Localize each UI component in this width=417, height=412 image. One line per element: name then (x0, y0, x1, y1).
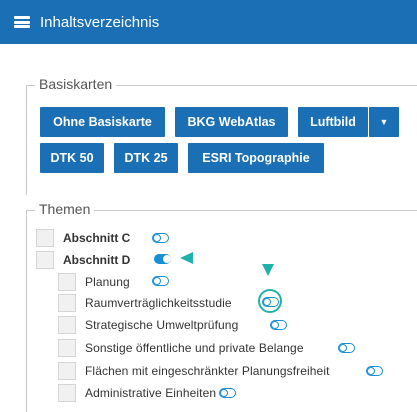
theme-row: Flächen mit eingeschränkter Planungsfrei… (58, 361, 330, 381)
basemap-dtk25-button[interactable]: DTK 25 (114, 143, 178, 173)
theme-label: Sonstige öffentliche und private Belange (85, 341, 304, 355)
visibility-toggle-icon[interactable] (152, 233, 169, 243)
highlight-arrow-icon (180, 252, 193, 264)
theme-label: Administrative Einheiten (85, 386, 217, 400)
theme-label: Abschnitt C (63, 231, 131, 245)
theme-checkbox[interactable] (58, 294, 76, 312)
caret-down-icon: ▼ (379, 117, 389, 127)
theme-label: Abschnitt D (63, 253, 131, 267)
basemap-bkg-webatlas-button[interactable]: BKG WebAtlas (175, 107, 288, 137)
visibility-toggle-icon[interactable] (270, 320, 287, 330)
visibility-toggle-icon[interactable] (366, 366, 383, 376)
theme-label: Planung (85, 275, 130, 289)
basemaps-legend: Basiskarten (35, 76, 117, 92)
highlight-arrow-icon (262, 264, 274, 276)
theme-row: Strategische Umweltprüfung (58, 315, 238, 335)
toc-header: Inhaltsverzeichnis (0, 0, 417, 44)
highlight-circle-icon (258, 289, 282, 313)
theme-row: Sonstige öffentliche und private Belange (58, 338, 304, 358)
basemap-none-button[interactable]: Ohne Basiskarte (40, 107, 165, 137)
theme-label: Strategische Umweltprüfung (85, 318, 239, 332)
theme-checkbox[interactable] (36, 229, 54, 247)
basemap-luftbild-button[interactable]: Luftbild (298, 107, 368, 137)
themes-legend: Themen (35, 201, 95, 217)
theme-checkbox[interactable] (58, 273, 76, 291)
header-title: Inhaltsverzeichnis (40, 13, 160, 31)
theme-checkbox[interactable] (58, 339, 76, 357)
visibility-toggle-icon[interactable] (338, 343, 355, 353)
theme-row: Administrative Einheiten (58, 383, 216, 403)
theme-label: Flächen mit eingeschränkter Planungsfrei… (85, 364, 330, 378)
theme-row: Planung (58, 272, 130, 292)
basemap-esri-topo-button[interactable]: ESRI Topographie (188, 143, 324, 173)
theme-label: Raumverträglichkeitsstudie (85, 296, 232, 310)
visibility-toggle-icon[interactable] (152, 276, 169, 286)
theme-checkbox[interactable] (58, 316, 76, 334)
theme-checkbox[interactable] (58, 384, 76, 402)
basemap-dtk50-button[interactable]: DTK 50 (40, 143, 104, 173)
visibility-toggle-icon[interactable] (219, 388, 236, 398)
theme-row: Abschnitt D (36, 250, 130, 270)
basemaps-fieldset: Basiskarten (26, 76, 417, 195)
theme-row: Abschnitt C (36, 228, 130, 248)
theme-row: Raumverträglichkeitsstudie (58, 293, 232, 313)
visibility-toggle-icon[interactable] (154, 254, 171, 264)
theme-checkbox[interactable] (36, 251, 54, 269)
basemap-dropdown-button[interactable]: ▼ (369, 107, 399, 137)
list-icon (14, 16, 30, 28)
theme-checkbox[interactable] (58, 362, 76, 380)
